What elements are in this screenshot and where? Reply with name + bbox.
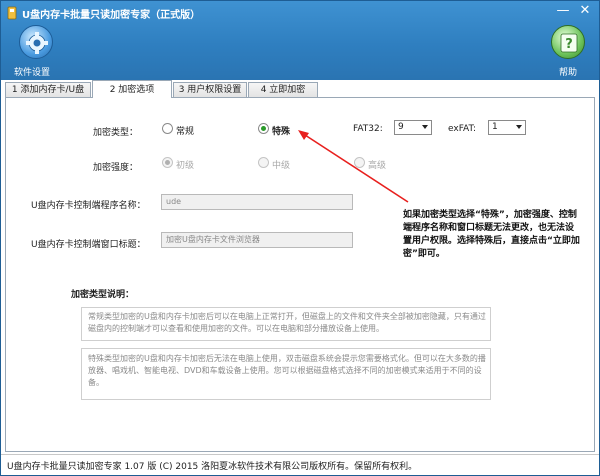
status-bar: U盘内存卡批量只读加密专家 1.07 版 (C) 2015 洛阳夏冰软件技术有限… [1,454,599,475]
normal-description-box: 常规类型加密的U盘和内存卡加密后可以在电脑上正常打开，但磁盘上的文件和文件夹全部… [81,307,491,341]
special-description-box: 特殊类型加密的U盘和内存卡加密后无法在电脑上使用，双击磁盘系统会提示您需要格式化… [81,348,491,400]
copyright-text: U盘内存卡批量只读加密专家 1.07 版 (C) 2015 洛阳夏冰软件技术有限… [7,462,418,472]
normal-description-text: 常规类型加密的U盘和内存卡加密后可以在电脑上正常打开，但磁盘上的文件和文件夹全部… [88,312,486,333]
tab-encrypt-options[interactable]: 2 加密选项 [92,80,172,98]
app-window: U盘内存卡批量只读加密专家（正式版） — ✕ 软件设置 ? 帮助 1 添加内存卡… [0,0,600,476]
special-description-text: 特殊类型加密的U盘和内存卡加密后无法在电脑上使用，双击磁盘系统会提示您需要格式化… [88,354,486,387]
annotation-note: 如果加密类型选择“特殊”，加密强度、控制端程序名称和窗口标题无法更改，也无法设置… [403,210,580,259]
description-heading: 加密类型说明： [71,290,135,300]
